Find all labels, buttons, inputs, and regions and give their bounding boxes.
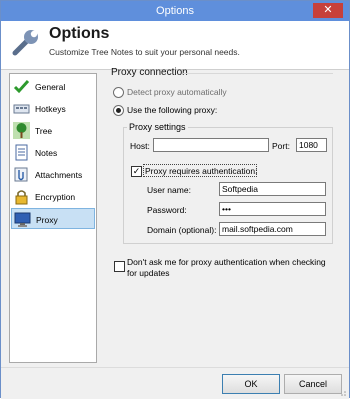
- port-label: Port:: [272, 141, 290, 151]
- category-list: General Hotkeys Tree Notes Attachments E…: [9, 73, 97, 363]
- header-subtitle: Customize Tree Notes to suit your person…: [49, 47, 240, 57]
- use-proxy-label[interactable]: Use the following proxy:: [127, 105, 217, 115]
- options-window: Options ✕ Options Customize Tree Notes t…: [0, 0, 350, 399]
- padlock-icon: [15, 190, 28, 205]
- sidebar-item-label: Tree: [35, 126, 53, 136]
- host-input[interactable]: [153, 138, 269, 152]
- sidebar-item-proxy[interactable]: Proxy: [11, 208, 95, 229]
- cancel-button[interactable]: Cancel: [284, 374, 342, 394]
- sidebar-item-label: General: [35, 82, 66, 92]
- header-title: Options: [49, 25, 110, 42]
- dialog-footer: OK Cancel: [1, 367, 349, 399]
- sidebar-item-label: Proxy: [36, 215, 58, 225]
- resize-grip-icon[interactable]: [338, 388, 346, 396]
- username-label: User name:: [147, 185, 191, 195]
- title-bar[interactable]: Options ✕: [1, 1, 349, 21]
- sidebar-item-attachments[interactable]: Attachments: [11, 164, 95, 185]
- detect-proxy-label[interactable]: Detect proxy automatically: [127, 87, 227, 97]
- close-button[interactable]: ✕: [313, 3, 343, 18]
- sidebar-item-label: Attachments: [35, 170, 83, 180]
- port-input[interactable]: 1080: [296, 138, 327, 152]
- section-title: Proxy connection: [111, 67, 188, 78]
- window-title: Options: [156, 5, 194, 17]
- sidebar-item-label: Encryption: [35, 192, 76, 202]
- domain-input[interactable]: mail.softpedia.com: [219, 222, 326, 236]
- sidebar-item-hotkeys[interactable]: Hotkeys: [11, 98, 95, 119]
- tree-icon: [13, 122, 30, 139]
- wrench-icon: [12, 30, 38, 56]
- dont-ask-label-line1[interactable]: Don't ask me for proxy authentication wh…: [127, 257, 326, 267]
- username-input[interactable]: Softpedia: [219, 182, 326, 196]
- dont-ask-checkbox[interactable]: [114, 261, 125, 272]
- detect-proxy-radio[interactable]: [113, 87, 124, 98]
- ok-button[interactable]: OK: [222, 374, 280, 394]
- notes-icon: [15, 144, 28, 161]
- dont-ask-label-line2[interactable]: for updates: [127, 268, 170, 278]
- sidebar-item-label: Hotkeys: [35, 104, 66, 114]
- keyboard-icon: [13, 104, 30, 114]
- domain-label: Domain (optional):: [147, 225, 217, 235]
- sidebar-item-general[interactable]: General: [11, 76, 95, 97]
- checkmark-icon: [13, 79, 30, 94]
- monitor-icon: [14, 212, 31, 227]
- proxy-settings-label: Proxy settings: [127, 122, 188, 132]
- section-divider: [183, 73, 333, 74]
- password-input[interactable]: •••: [219, 202, 326, 216]
- password-label: Password:: [147, 205, 187, 215]
- auth-checkbox[interactable]: ✓: [131, 166, 142, 177]
- host-label: Host:: [130, 141, 150, 151]
- paperclip-icon: [14, 167, 28, 182]
- sidebar-item-tree[interactable]: Tree: [11, 120, 95, 141]
- sidebar-item-notes[interactable]: Notes: [11, 142, 95, 163]
- sidebar-item-encryption[interactable]: Encryption: [11, 186, 95, 207]
- auth-label[interactable]: Proxy requires authentication:: [145, 166, 257, 176]
- proxy-panel: Proxy connection Detect proxy automatica…: [103, 63, 343, 363]
- sidebar-item-label: Notes: [35, 148, 58, 158]
- use-proxy-radio[interactable]: [113, 105, 124, 116]
